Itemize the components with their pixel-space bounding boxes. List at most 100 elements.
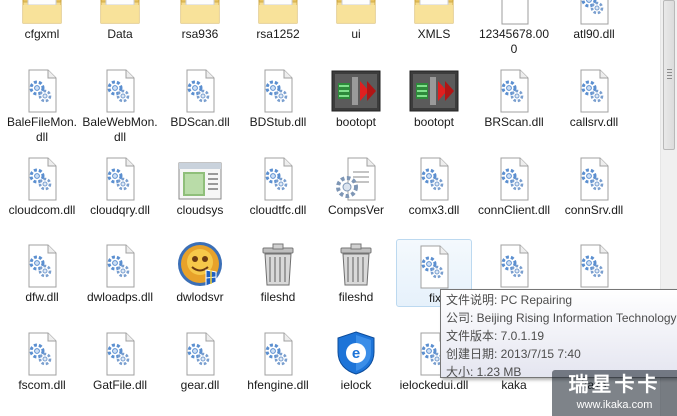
file-item[interactable]: ui — [318, 0, 394, 59]
file-item[interactable]: callsrv.dll — [556, 69, 632, 147]
file-label: cfgxml — [24, 27, 60, 41]
file-item[interactable]: XMLS — [396, 0, 472, 59]
file-label: XMLS — [417, 27, 451, 41]
dll-gear-file-icon — [23, 157, 61, 204]
file-item[interactable]: rsa1252 — [240, 0, 316, 59]
dll-gear-file-icon — [415, 157, 453, 204]
file-item[interactable]: BRScan.dll — [476, 69, 552, 147]
dll-gear-file-icon — [259, 69, 297, 116]
file-label: kaka — [501, 378, 527, 392]
file-label: BDScan.dll — [170, 115, 230, 129]
file-item[interactable]: bootopt — [396, 70, 472, 147]
file-item[interactable]: bootopt — [318, 70, 394, 147]
file-item[interactable]: CompsVer — [318, 155, 394, 235]
file-item[interactable]: Data — [82, 0, 158, 59]
file-label: BRScan.dll — [484, 115, 544, 129]
scrollbar-thumb[interactable] — [663, 0, 675, 150]
file-label: fileshd — [260, 290, 296, 304]
dll-gear-file-icon — [181, 69, 219, 116]
file-label: connClient.dll — [477, 203, 551, 217]
file-label: comx3.dll — [408, 203, 460, 217]
file-item[interactable]: BaleFileMon.dll — [4, 69, 80, 147]
dll-gear-file-icon — [259, 157, 297, 204]
file-item[interactable]: dwloadps.dll — [82, 243, 158, 322]
file-item[interactable]: e ielock — [318, 330, 394, 410]
dll-gear-file-icon — [495, 69, 533, 116]
file-item[interactable]: BaleWebMon.dll — [82, 69, 158, 147]
file-label: cloudsys — [176, 203, 224, 217]
tooltip-version: 文件版本: 7.0.1.19 — [446, 329, 545, 343]
file-label: hfengine.dll — [247, 378, 309, 392]
file-label: Data — [107, 27, 133, 41]
folder-icon — [20, 0, 64, 28]
file-label: BaleFileMon.dll — [6, 115, 78, 144]
file-item[interactable]: cloudtfc.dll — [240, 155, 316, 235]
file-label: fscom.dll — [18, 378, 66, 392]
dll-gear-file-icon — [575, 244, 613, 291]
file-item[interactable]: comx3.dll — [396, 155, 472, 235]
file-item[interactable]: hfengine.dll — [240, 332, 316, 410]
trash-can-icon — [336, 242, 376, 291]
watermark: 瑞星卡卡 www.ikaka.com — [552, 370, 677, 416]
file-item[interactable]: cloudcom.dll — [4, 155, 80, 235]
file-label: cloudqry.dll — [90, 203, 150, 217]
gear-file-icon — [334, 157, 378, 204]
file-item[interactable]: rsa936 — [162, 0, 238, 59]
file-label: ielock — [340, 378, 372, 392]
file-item[interactable]: atl90.dll — [556, 0, 632, 59]
file-item[interactable]: gear.dll — [162, 332, 238, 410]
dll-gear-file-icon — [101, 157, 139, 204]
file-item[interactable]: fscom.dll — [4, 332, 80, 410]
file-item[interactable]: cloudqry.dll — [82, 155, 158, 235]
file-label: dwloadps.dll — [86, 290, 154, 304]
dwlodsvr-icon — [176, 240, 224, 291]
file-label: rsa1252 — [256, 27, 300, 41]
file-item[interactable]: cfgxml — [4, 0, 80, 59]
file-item[interactable]: GatFile.dll — [82, 332, 158, 410]
dll-gear-file-icon — [575, 0, 613, 28]
tooltip-description: 文件说明: PC Repairing — [446, 293, 573, 307]
file-item[interactable]: dwlodsvr — [162, 240, 238, 322]
file-item[interactable]: dfw.dll — [4, 243, 80, 322]
file-label: ielockedui.dll — [399, 378, 469, 392]
dll-gear-file-icon — [23, 69, 61, 116]
file-item[interactable]: fileshd — [240, 243, 316, 322]
dll-gear-file-icon — [415, 245, 453, 292]
file-label: ui — [351, 27, 361, 41]
folder-icon — [98, 0, 142, 28]
file-label: GatFile.dll — [92, 378, 148, 392]
file-label: callsrv.dll — [569, 115, 619, 129]
ie-shield-icon: e — [334, 330, 378, 379]
file-item[interactable]: cloudsys — [162, 155, 238, 235]
trash-can-icon — [258, 242, 298, 291]
file-info-tooltip: 文件说明: PC Repairing 公司: Beijing Rising In… — [440, 289, 677, 378]
system-window-icon — [177, 161, 223, 204]
file-item[interactable]: BDScan.dll — [162, 69, 238, 147]
file-item[interactable]: fileshd — [318, 243, 394, 322]
dll-gear-file-icon — [101, 332, 139, 379]
file-item[interactable]: 12345678.000 — [476, 0, 552, 59]
tooltip-company: 公司: Beijing Rising Information Technolog… — [446, 311, 677, 325]
file-label: 12345678.000 — [478, 27, 550, 56]
file-item[interactable]: connClient.dll — [476, 155, 552, 235]
file-label: rsa936 — [181, 27, 219, 41]
dll-gear-file-icon — [495, 157, 533, 204]
dll-gear-file-icon — [101, 69, 139, 116]
bootopt-icon — [408, 69, 460, 116]
dll-gear-file-icon — [101, 244, 139, 291]
blank-file-icon — [495, 0, 533, 28]
folder-icon — [178, 0, 222, 28]
file-label: dwlodsvr — [176, 290, 224, 304]
file-label: cloudcom.dll — [8, 203, 76, 217]
svg-text:e: e — [352, 345, 360, 362]
folder-icon — [256, 0, 300, 28]
file-label: dfw.dll — [25, 290, 59, 304]
file-item[interactable]: connSrv.dll — [556, 155, 632, 235]
file-label: cloudtfc.dll — [249, 203, 307, 217]
folder-icon — [412, 0, 456, 28]
file-label: bootopt — [413, 115, 455, 129]
file-label: BDStub.dll — [249, 115, 307, 129]
file-item[interactable]: BDStub.dll — [240, 69, 316, 147]
file-label: bootopt — [335, 115, 377, 129]
watermark-url: www.ikaka.com — [576, 399, 653, 411]
